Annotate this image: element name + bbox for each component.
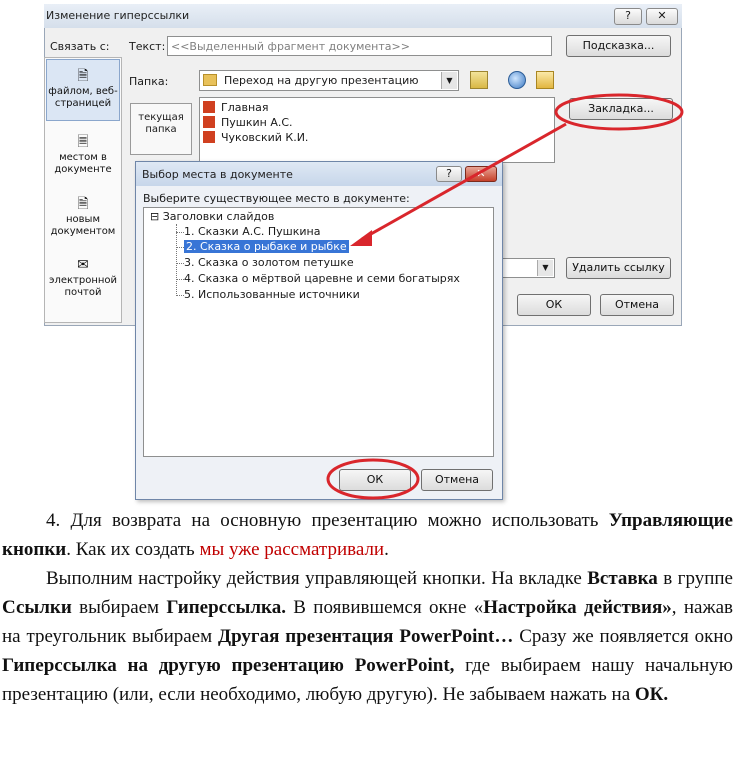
p2-t6: Сразу же появляется окно: [513, 626, 733, 647]
p2-t7: [344, 655, 355, 676]
p2-t3: выбираем: [71, 597, 167, 618]
p2-b1: Вставка: [587, 568, 658, 589]
p2-b4: Настройка действия»: [483, 597, 672, 618]
bookmark-highlight-ellipse: [554, 93, 684, 131]
p2-b8: ОК.: [634, 684, 669, 705]
p2-t1: Выполним настройку действия управляющей …: [46, 568, 588, 589]
p2-b7: PowerPoint,: [354, 655, 455, 676]
p2-t4: В появившемся окне «: [285, 597, 484, 618]
p2-b6: Гиперссылка на другую презентацию: [2, 655, 344, 676]
annotation-overlay: [326, 93, 684, 500]
arrow-head: [350, 230, 372, 246]
p1-text2: . Как их создать: [66, 539, 200, 560]
paragraph-2: Выполним настройку действия управляющей …: [2, 564, 733, 709]
p1-end: .: [384, 539, 389, 560]
p1-text: 4. Для возврата на основную презентацию …: [46, 510, 609, 531]
p2-b5: Другая презентация PowerPoint…: [218, 626, 514, 647]
p2-b3: Гиперссылка.: [166, 597, 286, 618]
screenshot: Изменение гиперссылки ? ✕ Связать с: Тек…: [0, 0, 735, 505]
p2-t2: в группе: [657, 568, 733, 589]
p1-red-link: мы уже рассматривали: [199, 539, 385, 560]
paragraph-1: 4. Для возврата на основную презентацию …: [2, 506, 733, 564]
ok-highlight-ellipse: [326, 458, 420, 500]
arrow-line: [361, 122, 567, 241]
p2-b2: Ссылки: [2, 597, 72, 618]
